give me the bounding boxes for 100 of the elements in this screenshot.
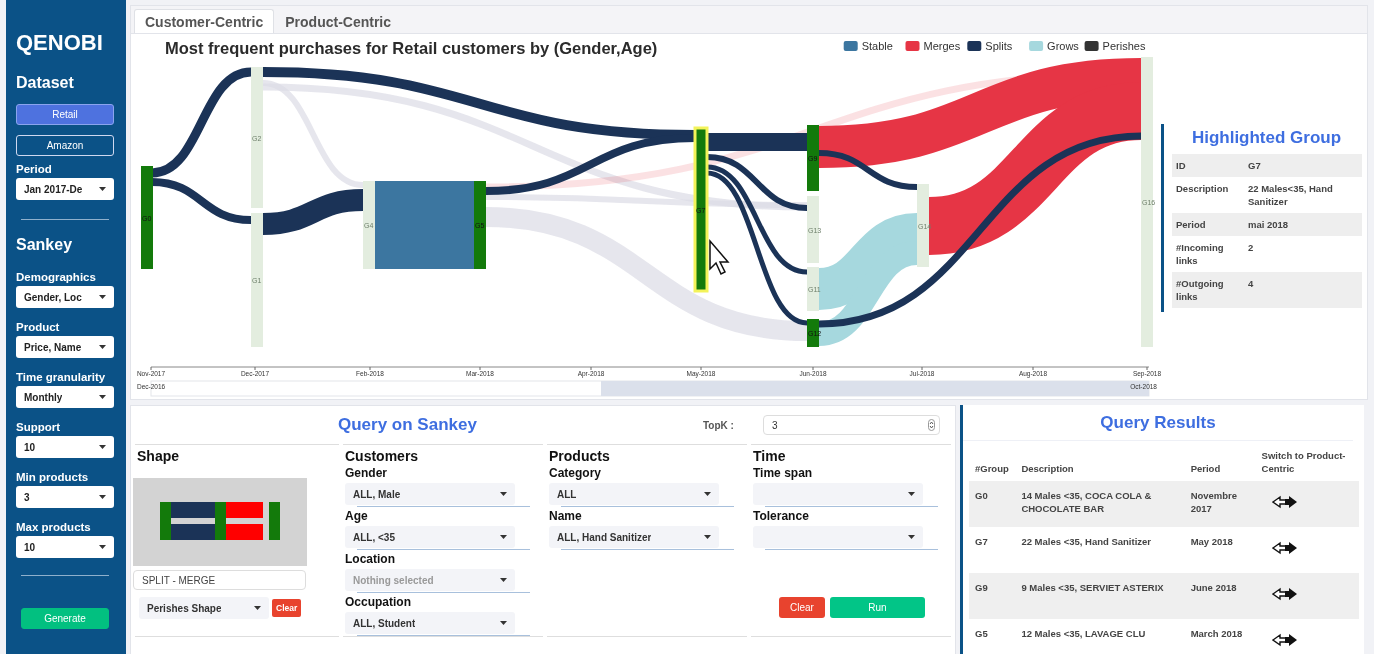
number-field[interactable]: 3 [763, 415, 940, 435]
caret-icon [99, 295, 106, 299]
legend-item[interactable]: Grows [1029, 40, 1079, 52]
clear-button[interactable]: Clear [272, 599, 302, 617]
table-cell: G7 [1244, 154, 1362, 177]
legend-item[interactable]: Perishes [1084, 40, 1146, 52]
select-field[interactable]: Gender, Loc [16, 286, 114, 308]
select-field[interactable]: ALL, Student [345, 612, 515, 634]
select-field[interactable]: ALL, Male [345, 483, 515, 505]
table-cell: G5 [969, 619, 1016, 654]
select-field[interactable]: ALL, Hand Sanitizer [549, 526, 719, 548]
caret-icon [99, 345, 106, 349]
field-label: Location [345, 552, 396, 566]
caret-icon [704, 535, 711, 539]
section-heading: Dataset [16, 74, 75, 92]
chart-title: Most frequent purchases for Retail customers by (Gender,Age) [165, 39, 658, 57]
caret-icon [908, 535, 915, 539]
sankey-node[interactable] [251, 213, 263, 347]
field-label: Time granularity [16, 371, 107, 383]
column-heading: Time [753, 448, 787, 464]
caret-icon [500, 535, 507, 539]
select-field[interactable] [753, 483, 923, 505]
spinner-icon[interactable] [928, 419, 935, 431]
caret-icon [99, 395, 106, 399]
table-cell: 9 Males <35, SERVIET ASTERIX [1015, 573, 1185, 619]
tab[interactable]: Customer-Centric [134, 9, 275, 33]
sankey-node[interactable] [141, 166, 153, 269]
switch-arrow-icon[interactable] [1271, 587, 1298, 601]
field-label: Name [549, 509, 583, 523]
sankey-node[interactable] [807, 267, 819, 311]
table-cell: ID [1172, 154, 1244, 177]
switch-arrow-icon[interactable] [1271, 541, 1298, 555]
sankey-node[interactable] [1141, 57, 1153, 347]
table-cell: 22 Males <35, Hand Sanitizer [1015, 527, 1185, 573]
table-cell: 4 [1244, 272, 1362, 308]
panel-title: Highlighted Group [1190, 128, 1343, 148]
switch-arrow-icon[interactable] [1271, 633, 1298, 647]
table-cell: #Outgoing links [1172, 272, 1244, 308]
select-field[interactable]: Monthly [16, 386, 114, 408]
table-cell: 14 Males <35, COCA COLA & CHOCOLATE BAR [1015, 481, 1185, 527]
table-cell: Description [1172, 177, 1244, 213]
switch-arrow-icon[interactable] [1271, 495, 1298, 509]
select-field[interactable]: 10 [16, 536, 114, 558]
legend-item[interactable]: Merges [905, 40, 961, 52]
app-logo: QENOBI [16, 30, 104, 56]
select-field[interactable]: 10 [16, 436, 114, 458]
table-cell: G9 [969, 573, 1016, 619]
field-label: Product [16, 321, 61, 333]
table-cell: G7 [969, 527, 1016, 573]
field-label: Demographics [16, 271, 97, 283]
column-heading: Products [549, 448, 611, 464]
column-heading: Shape [137, 448, 180, 464]
table-cell: June 2018 [1184, 573, 1256, 619]
table-cell: 12 Males <35, LAVAGE CLU [1015, 619, 1185, 654]
column-heading: Customers [345, 448, 420, 464]
legend-item[interactable]: Stable [843, 40, 893, 52]
column-header: #Group [969, 441, 1016, 481]
caret-icon [500, 578, 507, 582]
table-cell: 22 Males<35, Hand Sanitizer [1244, 177, 1362, 213]
field-label: Category [549, 466, 602, 480]
select-field[interactable]: ALL [549, 483, 719, 505]
sankey-node[interactable] [917, 184, 929, 267]
cursor-icon [709, 238, 730, 275]
table-cell: 2 [1244, 236, 1362, 272]
dataset-button[interactable]: Amazon [16, 135, 114, 156]
shape-name-field[interactable]: SPLIT - MERGE [133, 570, 306, 590]
field-label: Age [345, 509, 369, 523]
select-field[interactable] [753, 526, 923, 548]
table-cell: Period [1172, 213, 1244, 236]
clear-button[interactable]: Clear [779, 597, 825, 618]
field-label: Occupation [345, 595, 412, 609]
caret-icon [99, 545, 106, 549]
section-heading: Sankey [16, 236, 74, 254]
field-label: Period [16, 163, 53, 175]
sankey-node[interactable] [363, 181, 375, 269]
field-label: Min products [16, 471, 90, 483]
panel-title: Query Results [963, 405, 1353, 441]
sankey-node[interactable] [474, 181, 486, 269]
sankey-node[interactable] [251, 67, 263, 208]
column-header: Period [1184, 441, 1256, 481]
table-cell: #Incoming links [1172, 236, 1244, 272]
select-field[interactable]: ALL, <35 [345, 526, 515, 548]
sankey-node[interactable] [693, 126, 709, 293]
select-field[interactable]: Perishes Shape [139, 597, 269, 619]
table-cell: May 2018 [1184, 527, 1256, 573]
sankey-node[interactable] [807, 125, 819, 191]
caret-icon [704, 492, 711, 496]
table-cell: mai 2018 [1244, 213, 1362, 236]
tab[interactable]: Product-Centric [274, 9, 403, 33]
legend-item[interactable]: Splits [967, 40, 1013, 52]
table-cell: March 2018 [1184, 619, 1256, 654]
select-field[interactable]: Jan 2017-De [16, 178, 114, 200]
dataset-button[interactable]: Retail [16, 104, 114, 125]
sankey-node[interactable] [807, 196, 819, 263]
select-field[interactable]: 3 [16, 486, 114, 508]
field-label: Gender [345, 466, 388, 480]
select-field[interactable]: Price, Name [16, 336, 114, 358]
column-header: Switch to Product-Centric [1255, 441, 1359, 481]
field-label: Time span [753, 466, 814, 480]
table-cell: Novembre 2017 [1184, 481, 1256, 527]
